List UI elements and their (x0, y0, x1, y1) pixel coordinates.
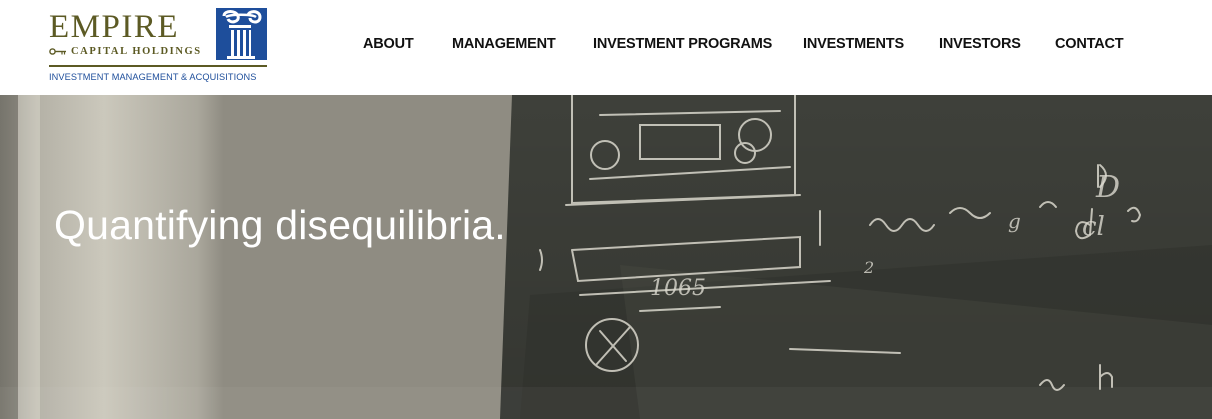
nav-item-investors[interactable]: INVESTORS (939, 34, 1021, 54)
hero-banner: 1065 Dcl 2 g Quantifying disequilibria. (0, 95, 1212, 419)
chalk-writing: D (1095, 170, 1120, 205)
logo-divider (49, 65, 267, 67)
logo-tagline: INVESTMENT MANAGEMENT & ACQUISITIONS (49, 72, 257, 82)
main-navigation: ABOUT MANAGEMENT INVESTMENT PROGRAMS INV… (0, 34, 1212, 56)
nav-item-investments[interactable]: INVESTMENTS (803, 34, 904, 54)
nav-item-about[interactable]: ABOUT (363, 34, 414, 54)
nav-item-management[interactable]: MANAGEMENT (452, 34, 556, 54)
chalk-writing: 1065 (650, 276, 706, 301)
chalkboard-photo: 1065 Dcl 2 g (0, 95, 1212, 419)
chalk-writing: 2 (863, 258, 874, 277)
nav-item-contact[interactable]: CONTACT (1055, 34, 1124, 54)
nav-item-investment-programs[interactable]: INVESTMENT PROGRAMS (593, 34, 772, 54)
site-header: EMPIRE CAPITAL HOLDINGS INVESTMENT MANAG… (0, 0, 1212, 95)
chalk-writing: cl (1082, 212, 1105, 242)
hero-headline: Quantifying disequilibria. (54, 202, 506, 248)
chalk-writing: g (1008, 209, 1021, 233)
